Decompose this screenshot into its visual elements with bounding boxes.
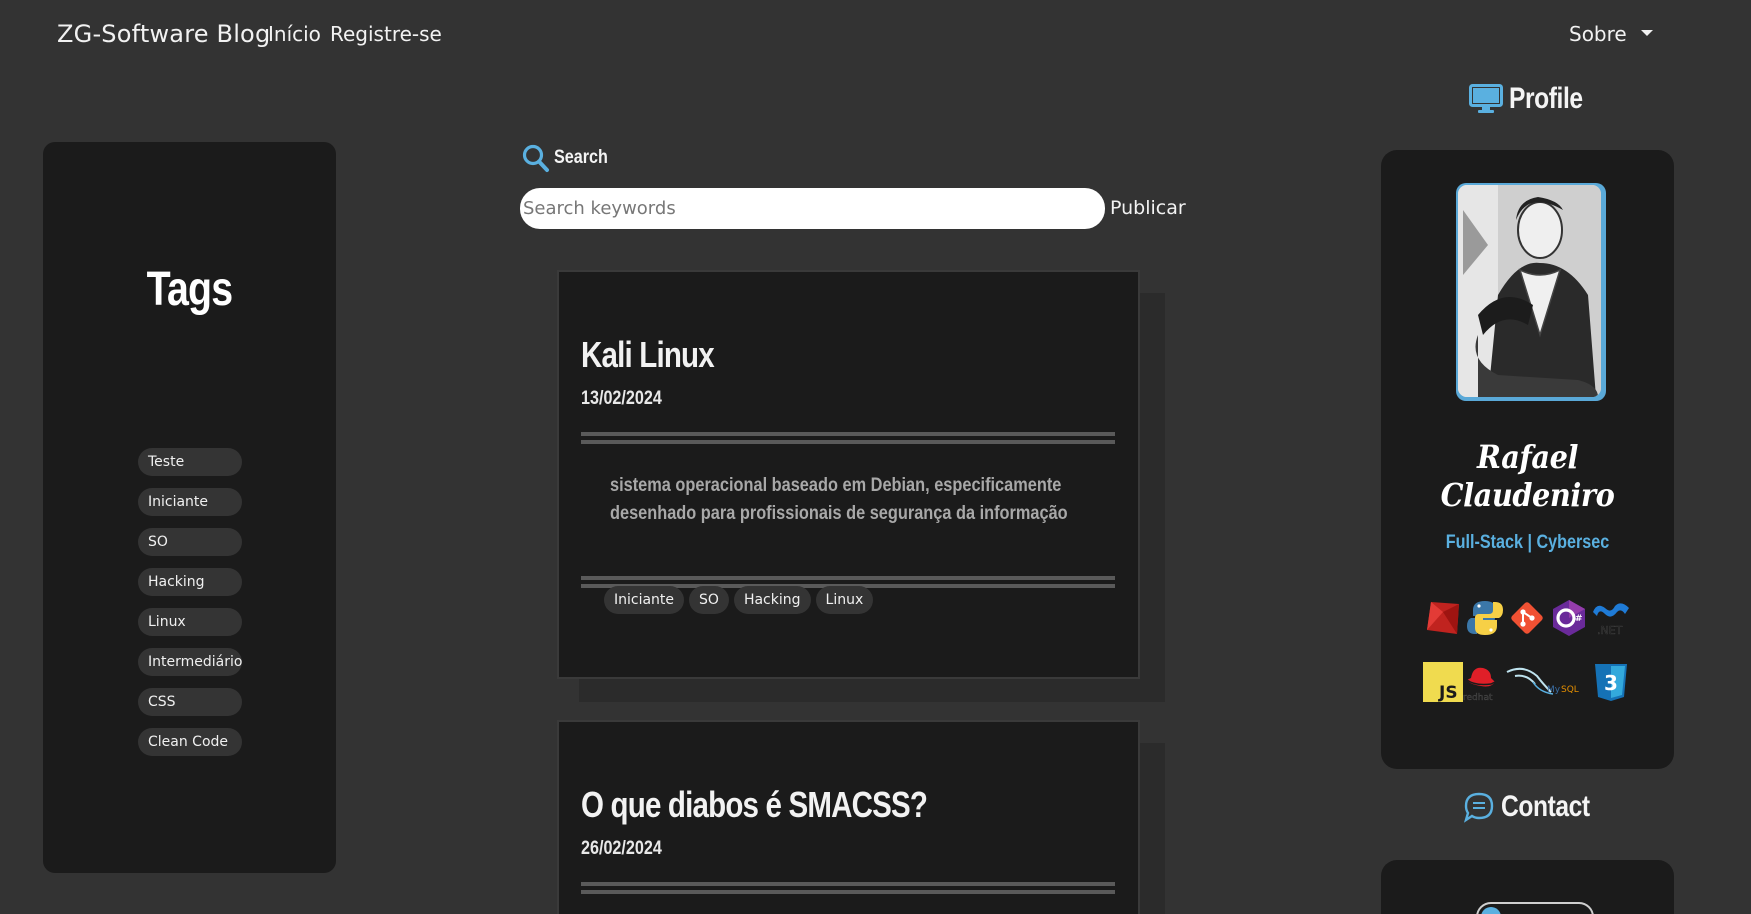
search-input[interactable] xyxy=(520,188,1105,229)
caret-down-icon[interactable] xyxy=(1641,30,1653,36)
search-icon xyxy=(522,144,549,172)
tags-panel: Tags Teste Iniciante SO Hacking Linux In… xyxy=(43,142,336,873)
avatar xyxy=(1458,185,1601,397)
tag-pill-linux[interactable]: Linux xyxy=(138,608,242,636)
profile-heading: Profile xyxy=(1469,82,1599,116)
post-divider xyxy=(581,432,1115,444)
contact-panel xyxy=(1381,860,1674,914)
tag-pill-so[interactable]: SO xyxy=(138,528,242,556)
post-tag[interactable]: Iniciante xyxy=(604,586,685,614)
contact-heading: Contact xyxy=(1463,790,1609,824)
tech-icons-row: JS redhat My SQL 3 xyxy=(1423,662,1633,706)
nav-dropdown-sobre[interactable]: Sobre xyxy=(1569,22,1627,46)
brand-link[interactable]: ZG-Software Blog xyxy=(57,20,270,48)
css3-icon: 3 xyxy=(1595,664,1627,701)
svg-text:#: # xyxy=(1575,614,1583,624)
tag-pill-css[interactable]: CSS xyxy=(138,688,242,716)
avatar-frame xyxy=(1456,183,1606,401)
svg-text:.NET: .NET xyxy=(1597,624,1623,637)
git-icon xyxy=(1511,602,1543,634)
post-tag[interactable]: SO xyxy=(689,586,729,614)
svg-text:SQL: SQL xyxy=(1561,685,1579,695)
post-date: 13/02/2024 xyxy=(581,388,662,409)
tech-icons-row: # .NET xyxy=(1423,598,1633,642)
post-tag[interactable]: Hacking xyxy=(733,586,811,614)
profile-name: Rafael Claudeniro xyxy=(1440,438,1615,514)
profile-role: Full-Stack | Cybersec xyxy=(1445,532,1610,553)
csharp-icon: # xyxy=(1553,600,1585,636)
contact-link-icon xyxy=(1481,907,1501,914)
svg-text:3: 3 xyxy=(1604,671,1618,695)
ruby-icon xyxy=(1427,602,1459,634)
profile-panel: Rafael Claudeniro Full-Stack | Cybersec … xyxy=(1381,150,1674,769)
svg-text:redhat: redhat xyxy=(1463,693,1493,702)
tag-pill-clean-code[interactable]: Clean Code xyxy=(138,728,242,756)
tag-pill-hacking[interactable]: Hacking xyxy=(138,568,242,596)
redhat-icon: redhat xyxy=(1463,667,1496,702)
post-title[interactable]: O que diabos é SMACSS? xyxy=(581,784,928,826)
dotnet-icon: .NET xyxy=(1593,603,1629,637)
chat-icon xyxy=(1463,792,1494,823)
post-title[interactable]: Kali Linux xyxy=(581,334,715,376)
post-description: sistema operacional baseado em Debian, e… xyxy=(610,472,1068,528)
post-tag-list: Iniciante SO Hacking Linux xyxy=(604,586,874,614)
tags-title: Tags xyxy=(146,263,233,316)
post-divider xyxy=(581,882,1115,894)
tag-list: Teste Iniciante SO Hacking Linux Interme… xyxy=(138,448,242,768)
post-date: 26/02/2024 xyxy=(581,838,662,859)
svg-text:My: My xyxy=(1547,685,1561,695)
tag-pill-teste[interactable]: Teste xyxy=(138,448,242,476)
search-label-text: Search xyxy=(554,147,608,168)
tag-pill-iniciante[interactable]: Iniciante xyxy=(138,488,242,516)
nav-link-inicio[interactable]: Início xyxy=(268,22,321,46)
post-description-line: sistema operacional baseado em Debian, e… xyxy=(610,475,1062,496)
monitor-icon xyxy=(1469,84,1503,113)
svg-text:JS: JS xyxy=(1438,683,1458,702)
post-tag[interactable]: Linux xyxy=(815,586,874,614)
post-card[interactable]: Kali Linux 13/02/2024 sistema operaciona… xyxy=(557,270,1140,679)
tag-pill-intermediario[interactable]: Intermediário xyxy=(138,648,242,676)
post-description-line: desenhado para profissionais de seguranç… xyxy=(610,503,1068,524)
mysql-icon: My SQL xyxy=(1506,667,1579,695)
search-label: Search xyxy=(522,142,617,174)
contact-link-button[interactable] xyxy=(1476,902,1594,914)
contact-heading-text: Contact xyxy=(1501,790,1590,823)
post-card[interactable]: O que diabos é SMACSS? 26/02/2024 xyxy=(557,720,1140,914)
nav-link-registre-se[interactable]: Registre-se xyxy=(330,22,442,46)
publish-button[interactable]: Publicar xyxy=(1110,197,1186,219)
top-navbar: ZG-Software Blog Início Registre-se Sobr… xyxy=(0,0,1751,66)
profile-heading-text: Profile xyxy=(1509,82,1583,115)
python-icon xyxy=(1467,601,1503,635)
javascript-icon: JS xyxy=(1423,662,1463,702)
